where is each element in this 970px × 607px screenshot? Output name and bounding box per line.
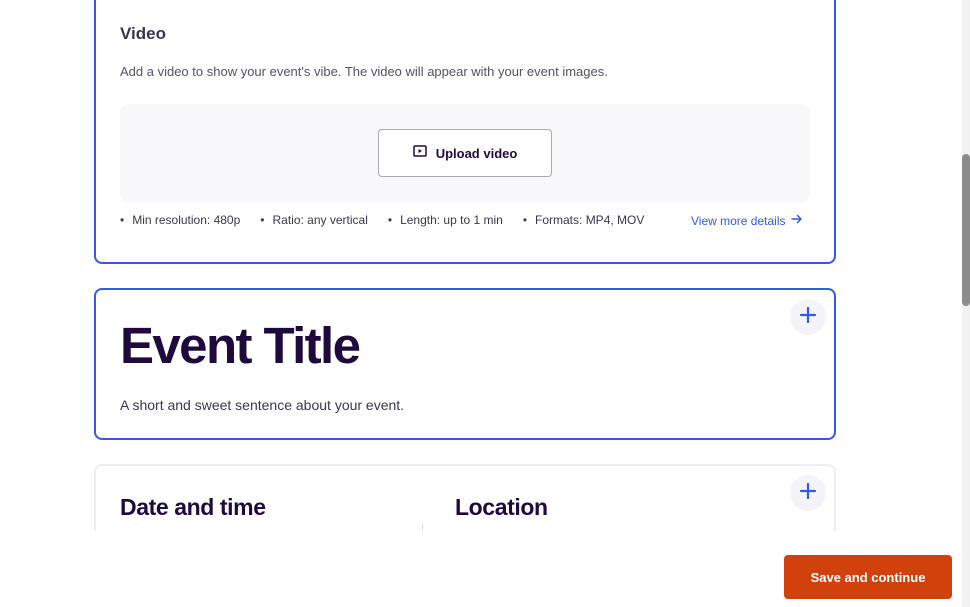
video-upload-icon	[412, 144, 427, 162]
upload-video-button[interactable]: Upload video	[378, 129, 552, 177]
view-more-details-label: View more details	[691, 213, 786, 228]
requirement-length: Length: up to 1 min	[388, 213, 503, 227]
save-and-continue-button[interactable]: Save and continue	[784, 555, 952, 599]
video-section-card: Video Add a video to show your event's v…	[94, 0, 836, 264]
requirement-formats: Formats: MP4, MOV	[523, 213, 644, 227]
date-time-heading: Date and time	[120, 494, 266, 520]
upload-video-label: Upload video	[435, 145, 518, 161]
event-title[interactable]: Event Title	[120, 317, 361, 374]
video-requirements: Min resolution: 480p Ratio: any vertical…	[120, 213, 664, 227]
view-more-details-link[interactable]: View more details	[691, 213, 803, 228]
details-add-button[interactable]	[790, 475, 826, 511]
scrollbar-thumb[interactable]	[962, 154, 970, 306]
requirement-ratio: Ratio: any vertical	[260, 213, 367, 227]
video-description: Add a video to show your event's vibe. T…	[120, 64, 608, 79]
bottom-action-bar: Save and continue	[0, 531, 962, 607]
event-summary[interactable]: A short and sweet sentence about your ev…	[120, 397, 404, 413]
plus-icon	[799, 306, 817, 329]
location-heading: Location	[455, 494, 548, 520]
title-add-button[interactable]	[790, 299, 826, 335]
video-heading: Video	[120, 24, 166, 43]
arrow-right-icon	[790, 213, 803, 228]
requirement-resolution: Min resolution: 480p	[120, 213, 240, 227]
event-title-card[interactable]: Event Title A short and sweet sentence a…	[94, 288, 836, 440]
plus-icon	[799, 482, 817, 505]
video-upload-area: Upload video	[120, 104, 810, 202]
